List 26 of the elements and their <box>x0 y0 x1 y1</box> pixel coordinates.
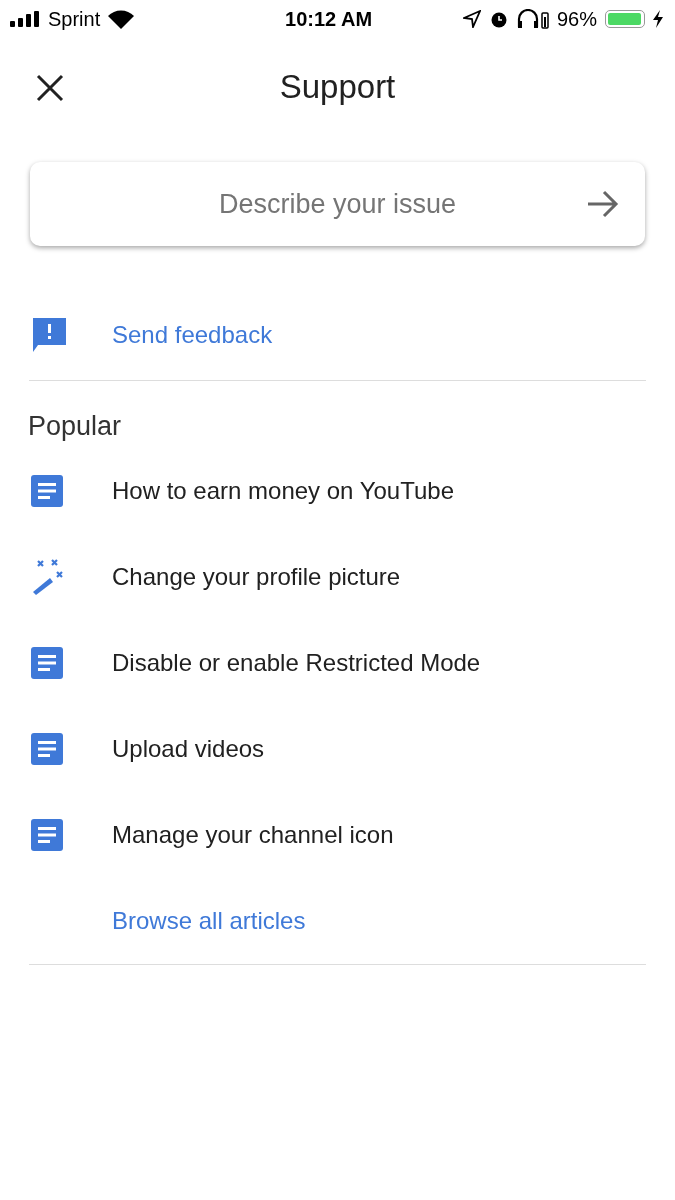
battery-icon <box>605 10 645 28</box>
send-feedback-link[interactable]: Send feedback <box>112 321 273 349</box>
charging-bolt-icon <box>653 10 663 28</box>
arrow-icon[interactable] <box>587 190 619 218</box>
clock-time: 10:12 AM <box>285 7 373 31</box>
article-link[interactable]: Change your profile picture <box>112 563 401 591</box>
article-link[interactable]: Upload videos <box>112 735 265 763</box>
article-link[interactable]: Manage your channel icon <box>112 821 394 849</box>
search-field[interactable]: Describe your issue <box>30 162 645 246</box>
carrier-name: Sprint <box>48 7 101 31</box>
section-heading: Popular <box>28 411 123 442</box>
signal-icon <box>10 11 40 27</box>
wifi-icon <box>108 9 135 29</box>
browse-articles-link[interactable]: Browse all articles <box>112 907 306 935</box>
document-icon <box>30 732 64 766</box>
article-link[interactable]: How to earn money on YouTube <box>112 477 454 505</box>
document-icon <box>30 818 64 852</box>
battery-percent: 96% <box>556 7 597 31</box>
location-icon <box>462 10 481 28</box>
document-icon <box>30 474 64 508</box>
page-title: Support <box>279 68 396 106</box>
document-icon <box>30 646 64 680</box>
article-link[interactable]: Disable or enable Restricted Mode <box>112 649 481 677</box>
headphones-icon <box>516 9 549 29</box>
close-button[interactable] <box>34 72 66 104</box>
feedback-icon <box>30 316 68 354</box>
